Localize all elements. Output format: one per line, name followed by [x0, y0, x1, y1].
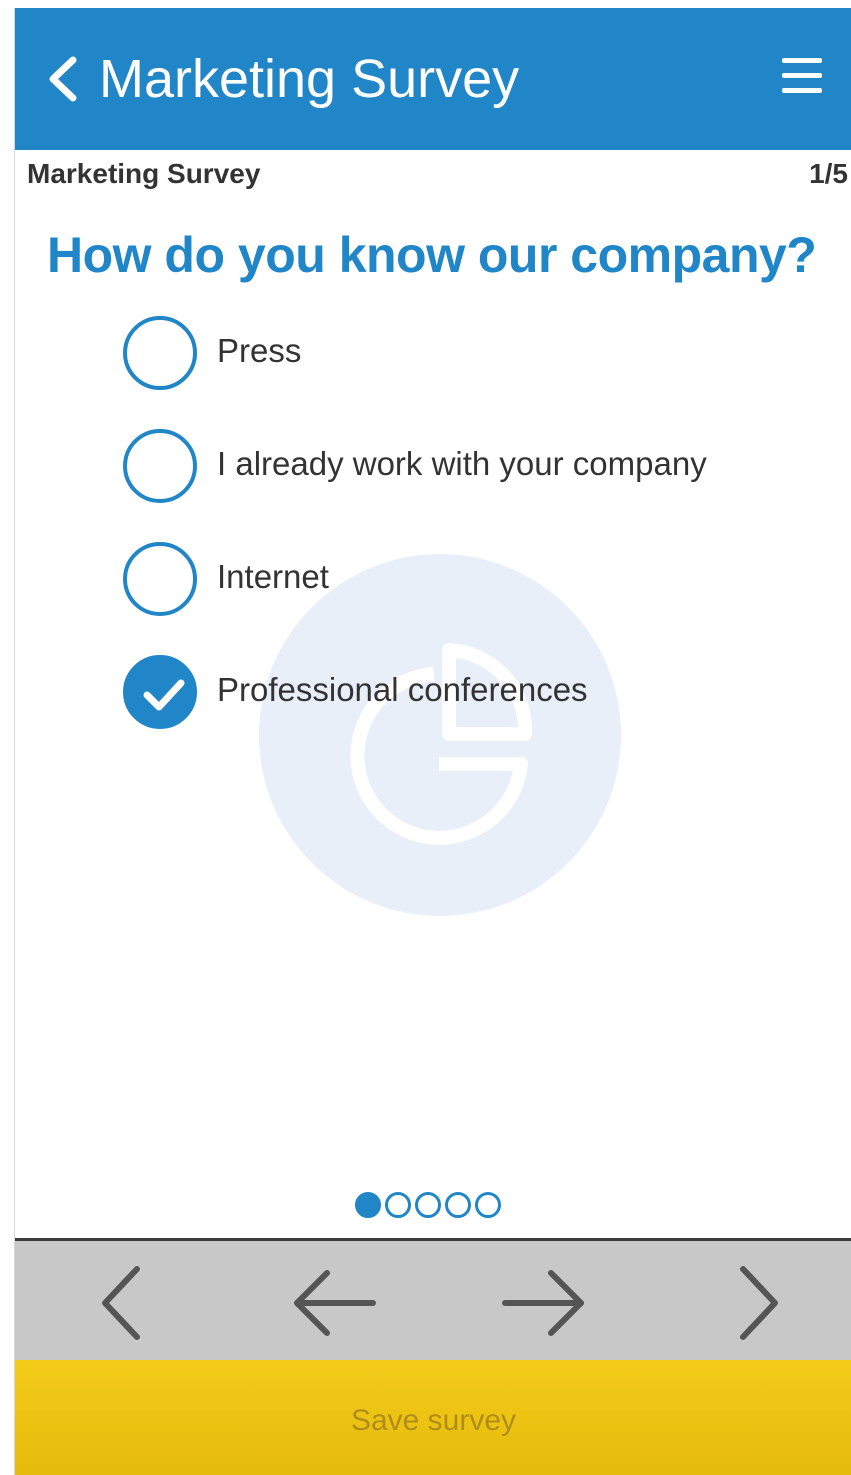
- option-press[interactable]: Press: [123, 316, 823, 429]
- page-dot-5[interactable]: [475, 1192, 501, 1218]
- option-label: Internet: [217, 558, 329, 595]
- app-bar: Marketing Survey: [15, 8, 851, 150]
- survey-sub-header: Marketing Survey 1/5: [15, 158, 851, 198]
- radio-button[interactable]: [123, 542, 197, 616]
- option-internet[interactable]: Internet: [123, 542, 823, 655]
- option-label: Professional conferences: [217, 671, 588, 708]
- page-dot-4[interactable]: [445, 1192, 471, 1218]
- pagination-dots: [355, 1192, 515, 1222]
- last-page-chevron-right-icon[interactable]: [733, 1263, 783, 1343]
- next-arrow-right-icon[interactable]: [501, 1263, 587, 1343]
- page-counter: 1/5: [809, 158, 848, 189]
- back-chevron-icon[interactable]: [43, 54, 83, 104]
- question-title: How do you know our company?: [47, 227, 817, 283]
- hamburger-menu-icon[interactable]: [782, 58, 822, 96]
- first-page-chevron-left-icon[interactable]: [97, 1263, 147, 1343]
- radio-button[interactable]: [123, 429, 197, 503]
- answer-options: Press I already work with your company I…: [123, 316, 823, 768]
- page-dot-2[interactable]: [385, 1192, 411, 1218]
- save-survey-button[interactable]: Save survey: [15, 1360, 851, 1475]
- survey-screen: Marketing Survey Marketing Survey 1/5 Ho…: [14, 8, 851, 1475]
- page-dot-3[interactable]: [415, 1192, 441, 1218]
- radio-button-checked[interactable]: [123, 655, 197, 729]
- survey-name: Marketing Survey: [27, 158, 261, 189]
- previous-arrow-left-icon[interactable]: [291, 1263, 377, 1343]
- option-label: Press: [217, 332, 302, 369]
- checkmark-icon: [143, 679, 185, 711]
- save-survey-label: Save survey: [350, 1404, 517, 1437]
- app-title: Marketing Survey: [99, 49, 520, 109]
- option-already-work-with-company[interactable]: I already work with your company: [123, 429, 823, 542]
- navigation-bar: [15, 1238, 851, 1360]
- option-professional-conferences[interactable]: Professional conferences: [123, 655, 823, 768]
- radio-button[interactable]: [123, 316, 197, 390]
- option-label: I already work with your company: [217, 445, 707, 482]
- page-dot-1[interactable]: [355, 1192, 381, 1218]
